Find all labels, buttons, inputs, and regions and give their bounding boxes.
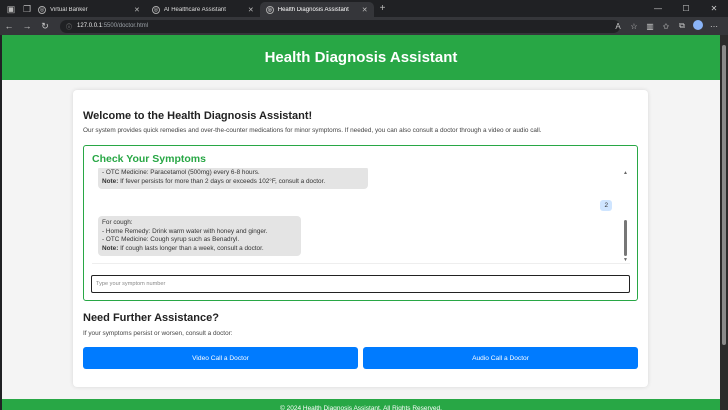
audio-call-button[interactable]: Audio Call a Doctor bbox=[363, 347, 638, 369]
message-note: Note: If fever persists for more than 2 … bbox=[102, 178, 364, 187]
address-bar[interactable]: ⓘ 127.0.0.1:5500/doctor.html bbox=[60, 19, 620, 33]
symptom-checker: Check Your Symptoms - OTC Medicine: Para… bbox=[83, 145, 638, 301]
browser-tabbar: ▣ ❐ ◎ Virtual Banker ✕ ◎ AI Healthcare A… bbox=[0, 0, 728, 17]
tab-ai-healthcare[interactable]: ◎ AI Healthcare Assistant ✕ bbox=[146, 2, 260, 17]
assistance-text: If your symptoms persist or worsen, cons… bbox=[83, 330, 233, 337]
read-aloud-icon[interactable]: A bbox=[610, 22, 626, 31]
message-line: - OTC Medicine: Cough syrup such as Bena… bbox=[102, 236, 240, 243]
back-icon[interactable]: ← bbox=[0, 21, 18, 31]
globe-icon: ◎ bbox=[151, 5, 160, 14]
tab-label: AI Healthcare Assistant bbox=[163, 6, 226, 13]
tab-virtual-banker[interactable]: ◎ Virtual Banker ✕ bbox=[32, 2, 146, 17]
split-screen-icon[interactable]: ▥ bbox=[642, 22, 658, 31]
collections-icon[interactable]: ⧉ bbox=[674, 21, 690, 31]
page-footer: © 2024 Health Diagnosis Assistant. All R… bbox=[2, 399, 720, 410]
page-viewport: Health Diagnosis Assistant Welcome to th… bbox=[2, 35, 720, 410]
profile-avatar[interactable] bbox=[690, 20, 706, 32]
minimize-icon[interactable]: — bbox=[644, 4, 672, 13]
favorite-star-icon[interactable]: ☆ bbox=[626, 22, 642, 31]
symptom-input[interactable] bbox=[91, 275, 630, 293]
more-menu-icon[interactable]: ⋯ bbox=[706, 22, 722, 31]
bot-message: - OTC Medicine: Paracetamol (500mg) ever… bbox=[98, 168, 368, 189]
bot-message: For cough: - Home Remedy: Drink warm wat… bbox=[98, 216, 301, 256]
main-card: Welcome to the Health Diagnosis Assistan… bbox=[73, 90, 648, 387]
close-icon[interactable]: ✕ bbox=[248, 6, 254, 14]
tab-label: Virtual Banker bbox=[50, 6, 88, 13]
tab-label: Health Diagnosis Assistant bbox=[277, 6, 349, 13]
chat-scroll-thumb[interactable] bbox=[624, 220, 627, 256]
address-path: :5500/doctor.html bbox=[102, 23, 149, 29]
chat-box[interactable]: - OTC Medicine: Paracetamol (500mg) ever… bbox=[92, 168, 630, 264]
scroll-down-icon[interactable]: ▼ bbox=[623, 257, 628, 263]
browser-toolbar: ← → ↻ ⓘ 127.0.0.1:5500/doctor.html A ☆ ▥… bbox=[0, 17, 728, 35]
close-icon[interactable]: ✕ bbox=[134, 6, 140, 14]
page-scrollbar[interactable] bbox=[720, 35, 728, 410]
page-scroll-thumb[interactable] bbox=[722, 45, 726, 345]
page-header: Health Diagnosis Assistant bbox=[2, 35, 720, 80]
globe-icon: ◎ bbox=[265, 5, 274, 14]
tab-actions-icon[interactable]: ❐ bbox=[22, 4, 32, 14]
message-line: - OTC Medicine: Paracetamol (500mg) ever… bbox=[102, 169, 260, 176]
message-line: - Home Remedy: Drink warm water with hon… bbox=[102, 227, 268, 235]
forward-icon[interactable]: → bbox=[18, 21, 36, 31]
message-note: Note: If cough lasts longer than a week,… bbox=[102, 245, 297, 254]
assistance-title: Need Further Assistance? bbox=[83, 312, 219, 324]
window-controls: — ☐ ✕ bbox=[644, 0, 728, 17]
chat-scrollbar[interactable]: ▲ ▼ bbox=[622, 168, 630, 263]
new-tab-icon[interactable]: + bbox=[380, 3, 386, 14]
maximize-icon[interactable]: ☐ bbox=[672, 4, 700, 13]
symptoms-title: Check Your Symptoms bbox=[92, 153, 206, 165]
video-call-button[interactable]: Video Call a Doctor bbox=[83, 347, 358, 369]
page-title: Health Diagnosis Assistant bbox=[264, 49, 458, 66]
scroll-up-icon[interactable]: ▲ bbox=[623, 170, 628, 176]
note-text: If fever persists for more than 2 days o… bbox=[118, 177, 326, 185]
note-text: If cough lasts longer than a week, consu… bbox=[118, 244, 264, 252]
globe-icon: ◎ bbox=[38, 5, 46, 14]
note-label: Note: bbox=[102, 177, 119, 185]
message-line: For cough: bbox=[102, 219, 133, 226]
favorites-icon[interactable]: ✩ bbox=[658, 22, 674, 31]
note-label: Note: bbox=[102, 244, 119, 252]
welcome-title: Welcome to the Health Diagnosis Assistan… bbox=[83, 110, 313, 122]
close-icon[interactable]: ✕ bbox=[362, 6, 368, 14]
browser-menu-icon[interactable]: ▣ bbox=[6, 4, 16, 14]
tab-health-diagnosis[interactable]: ◎ Health Diagnosis Assistant ✕ bbox=[259, 2, 374, 17]
window-close-icon[interactable]: ✕ bbox=[700, 4, 728, 13]
address-host: 127.0.0.1 bbox=[77, 23, 103, 29]
browser-tools: A ☆ ▥ ✩ ⧉ ⋯ bbox=[610, 17, 722, 35]
user-message: 2 bbox=[600, 200, 612, 211]
site-info-icon[interactable]: ⓘ bbox=[66, 22, 72, 31]
reload-icon[interactable]: ↻ bbox=[36, 21, 54, 32]
welcome-text: Our system provides quick remedies and o… bbox=[83, 127, 542, 134]
